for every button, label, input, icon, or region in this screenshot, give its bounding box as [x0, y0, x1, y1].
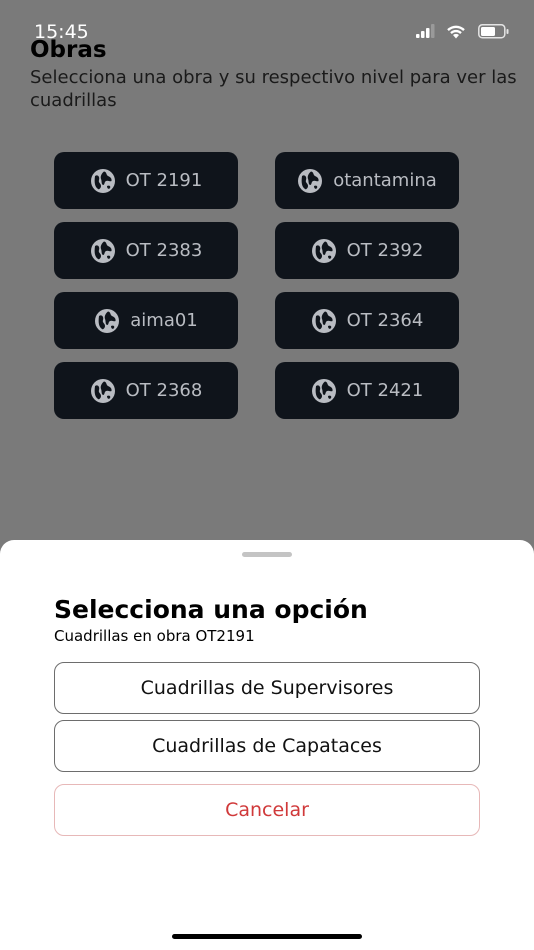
sheet-grabber-handle[interactable]	[242, 552, 292, 557]
globe-icon	[90, 238, 115, 263]
sheet-subtitle: Cuadrillas en obra OT2191	[54, 627, 255, 645]
obra-label: OT 2364	[346, 310, 424, 331]
obra-button[interactable]: OT 2392	[275, 222, 459, 279]
globe-icon	[311, 378, 336, 403]
capataces-button[interactable]: Cuadrillas de Capataces	[54, 720, 480, 772]
obra-label: OT 2191	[125, 170, 203, 191]
obra-button[interactable]: otantamina	[275, 152, 459, 209]
wifi-icon	[447, 25, 465, 39]
obra-button[interactable]: OT 2364	[275, 292, 459, 349]
obra-button[interactable]: OT 2368	[54, 362, 238, 419]
obra-button[interactable]: OT 2191	[54, 152, 238, 209]
obra-button[interactable]: aima01	[54, 292, 238, 349]
battery-icon	[478, 24, 509, 39]
obra-label: otantamina	[333, 170, 437, 191]
globe-icon	[90, 168, 115, 193]
supervisores-button[interactable]: Cuadrillas de Supervisores	[54, 662, 480, 714]
obra-label: aima01	[130, 310, 198, 331]
obra-label: OT 2392	[346, 240, 424, 261]
obra-label: OT 2383	[125, 240, 203, 261]
obra-button[interactable]: OT 2421	[275, 362, 459, 419]
globe-icon	[298, 168, 323, 193]
status-icons	[416, 24, 516, 40]
page-title: Obras	[30, 37, 107, 63]
obra-label: OT 2421	[346, 380, 424, 401]
sheet-title: Selecciona una opción	[54, 595, 368, 624]
cellular-signal-icon	[416, 24, 435, 38]
cancel-button[interactable]: Cancelar	[54, 784, 480, 836]
status-bar: 15:45	[0, 0, 534, 43]
obra-label: OT 2368	[125, 380, 203, 401]
obra-button[interactable]: OT 2383	[54, 222, 238, 279]
globe-icon	[311, 308, 336, 333]
home-indicator	[172, 934, 362, 939]
globe-icon	[90, 378, 115, 403]
page-subtitle: Selecciona una obra y su respectivo nive…	[30, 67, 517, 111]
bottom-sheet: Selecciona una opción Cuadrillas en obra…	[0, 540, 534, 950]
globe-icon	[311, 238, 336, 263]
globe-icon	[95, 308, 120, 333]
